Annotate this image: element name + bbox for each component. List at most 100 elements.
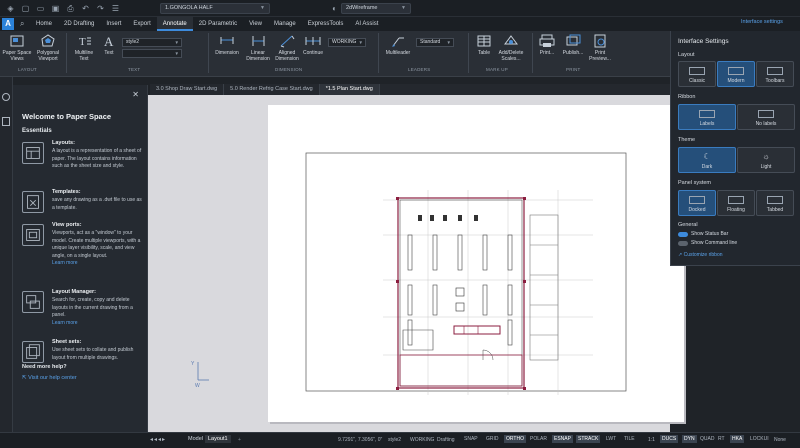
group-label-text: TEXT bbox=[128, 67, 141, 72]
layout1-tab[interactable]: Layout1 bbox=[205, 435, 231, 443]
show-status-bar-label: Show Status Bar bbox=[691, 231, 729, 237]
app-menu-icon[interactable]: ◈ bbox=[6, 4, 15, 13]
ortho-toggle[interactable]: ORTHO bbox=[504, 435, 526, 443]
continue-dimension-icon bbox=[305, 37, 321, 45]
add-layout-icon[interactable]: + bbox=[238, 437, 241, 443]
scale-readout[interactable]: 1:1 bbox=[648, 437, 655, 443]
tab-view[interactable]: View bbox=[243, 17, 268, 31]
redo-icon[interactable]: ↷ bbox=[96, 4, 105, 13]
show-status-bar-toggle[interactable] bbox=[678, 232, 688, 237]
tab-ai-assist[interactable]: AI Assist bbox=[349, 17, 384, 31]
panel-option-floating[interactable]: Floating bbox=[717, 190, 755, 216]
lwt-toggle[interactable]: LWT bbox=[604, 435, 618, 443]
theme-option-dark[interactable]: ☾ Dark bbox=[678, 147, 736, 173]
print-button[interactable]: Print... bbox=[536, 34, 558, 56]
publish-label: Publish... bbox=[562, 50, 584, 56]
tab-annotate[interactable]: Annotate bbox=[156, 17, 193, 31]
polar-toggle[interactable]: POLAR bbox=[528, 435, 549, 443]
open-file-icon[interactable]: ▭ bbox=[36, 4, 45, 13]
panel-option-docked[interactable]: Docked bbox=[678, 190, 716, 216]
tab-expresstools[interactable]: ExpressTools bbox=[302, 17, 350, 31]
project-combo[interactable]: 1.GONGOLA HALF ▼ bbox=[160, 2, 270, 14]
paper-space-views-label: Paper Space Views bbox=[2, 50, 32, 62]
theme-option-light[interactable]: ☼ Light bbox=[737, 147, 795, 173]
doc-tab-shop-draw[interactable]: 3.0 Shop Draw Start.dwg bbox=[150, 84, 225, 95]
ribbon-option-labels[interactable]: Labels bbox=[678, 104, 736, 130]
print-icon[interactable]: ⎙ bbox=[66, 4, 75, 13]
model-tab[interactable]: Model bbox=[188, 436, 203, 442]
print-preview-icon bbox=[594, 34, 606, 48]
text-style-combo[interactable]: style2 ▼ bbox=[122, 38, 182, 47]
layout-option-classic[interactable]: Classic bbox=[678, 61, 716, 87]
text-height-combo[interactable]: ▼ bbox=[122, 49, 182, 58]
panel-option-tabbed[interactable]: Tabbed bbox=[756, 190, 794, 216]
annotation-scale-none[interactable]: None bbox=[774, 437, 786, 443]
snap-toggle[interactable]: SNAP bbox=[462, 435, 480, 443]
new-file-icon[interactable]: ▢ bbox=[21, 4, 30, 13]
grid-toggle[interactable]: GRID bbox=[484, 435, 501, 443]
tile-toggle[interactable]: TILE bbox=[622, 435, 637, 443]
polygonal-viewport-button[interactable]: Polygonal Viewport bbox=[34, 34, 62, 62]
rt-toggle[interactable]: RT bbox=[716, 435, 727, 443]
print-preview-button[interactable]: Print Preview... bbox=[586, 34, 614, 62]
visual-style-combo[interactable]: 2dWireframe ▼ bbox=[341, 2, 411, 14]
leader-style-combo[interactable]: Standard ▼ bbox=[416, 38, 454, 47]
doc-tab-render-refrig[interactable]: 5.0 Render Refrig Case Start.dwg bbox=[224, 84, 320, 95]
table-button[interactable]: Table bbox=[472, 34, 496, 56]
paper-space-views-button[interactable]: Paper Space Views bbox=[2, 34, 32, 62]
layout-option-modern[interactable]: Modern bbox=[717, 61, 755, 87]
tab-export[interactable]: Export bbox=[127, 17, 156, 31]
printer-icon bbox=[539, 34, 555, 47]
dimension-button[interactable]: Dimension bbox=[212, 34, 242, 56]
ducs-toggle[interactable]: DUCS bbox=[660, 435, 679, 443]
linear-dimension-button[interactable]: Linear Dimension bbox=[243, 34, 273, 62]
interface-settings-title: Interface Settings bbox=[678, 38, 729, 45]
doc-tab-plan-start[interactable]: *1.5 Plan Start.dwg bbox=[319, 84, 380, 95]
esnap-toggle[interactable]: ESNAP bbox=[552, 435, 573, 443]
multileader-label: Multileader bbox=[385, 50, 411, 56]
tab-2d-drafting[interactable]: 2D Drafting bbox=[58, 17, 100, 31]
option-label: Tabbed bbox=[766, 207, 784, 213]
customize-ribbon-link[interactable]: ↗ Customize ribbon bbox=[678, 252, 723, 258]
panel-toggle-icon[interactable] bbox=[2, 117, 10, 126]
continue-button[interactable]: Continue bbox=[300, 34, 326, 56]
tab-insert[interactable]: Insert bbox=[100, 17, 127, 31]
show-command-line-toggle[interactable] bbox=[678, 241, 688, 246]
lockui-toggle[interactable]: LOCKUI bbox=[748, 435, 771, 443]
save-icon[interactable]: ▣ bbox=[51, 4, 60, 13]
layout-option-toolbars[interactable]: Toolbars bbox=[756, 61, 794, 87]
interface-settings-link[interactable]: Interface settings bbox=[741, 19, 783, 25]
tab-home[interactable]: Home bbox=[30, 17, 58, 31]
ribbon-option-no-labels[interactable]: No labels bbox=[737, 104, 795, 130]
strack-toggle[interactable]: STRACK bbox=[576, 435, 601, 443]
help-circle-icon[interactable] bbox=[2, 93, 10, 101]
toolbars-layout-icon bbox=[767, 67, 783, 75]
print-preview-label: Print Preview... bbox=[589, 50, 611, 62]
chevron-down-icon: ▼ bbox=[446, 40, 451, 45]
workspace-label[interactable]: Drafting bbox=[437, 437, 455, 443]
option-label: Floating bbox=[727, 207, 745, 213]
close-icon[interactable]: ✕ bbox=[132, 90, 139, 99]
learn-more-link[interactable]: Learn more bbox=[52, 320, 78, 326]
multileader-button[interactable]: Multileader bbox=[382, 34, 414, 56]
dim-style-combo[interactable]: WORKING ▼ bbox=[328, 38, 366, 47]
tab-manage[interactable]: Manage bbox=[268, 17, 302, 31]
hka-toggle[interactable]: HKA bbox=[730, 435, 745, 443]
search-icon[interactable]: ⌕ bbox=[20, 19, 30, 29]
add-delete-scales-button[interactable]: Add/Delete Scales... bbox=[496, 34, 526, 62]
quad-toggle[interactable]: QUAD bbox=[698, 435, 716, 443]
multiline-text-button[interactable]: T Multiline Text bbox=[70, 34, 98, 62]
text-button[interactable]: A Text bbox=[98, 34, 120, 56]
learn-more-link[interactable]: Learn more bbox=[52, 260, 78, 266]
help-center-link[interactable]: ⇱ Visit our help center bbox=[22, 375, 77, 381]
visual-style-icon: ◐ bbox=[332, 3, 337, 13]
aligned-dimension-button[interactable]: Aligned Dimension bbox=[272, 34, 302, 62]
undo-icon[interactable]: ↶ bbox=[81, 4, 90, 13]
tab-2d-parametric[interactable]: 2D Parametric bbox=[193, 17, 243, 31]
drawing-canvas[interactable]: Y W bbox=[148, 95, 684, 432]
publish-button[interactable]: Publish... bbox=[560, 34, 586, 56]
app-logo-icon[interactable]: A bbox=[2, 18, 14, 30]
layout-nav-arrows-icon[interactable]: ◂◂◂▸ bbox=[150, 436, 166, 443]
dyn-toggle[interactable]: DYN bbox=[682, 435, 697, 443]
layer-icon[interactable]: ☰ bbox=[111, 4, 120, 13]
